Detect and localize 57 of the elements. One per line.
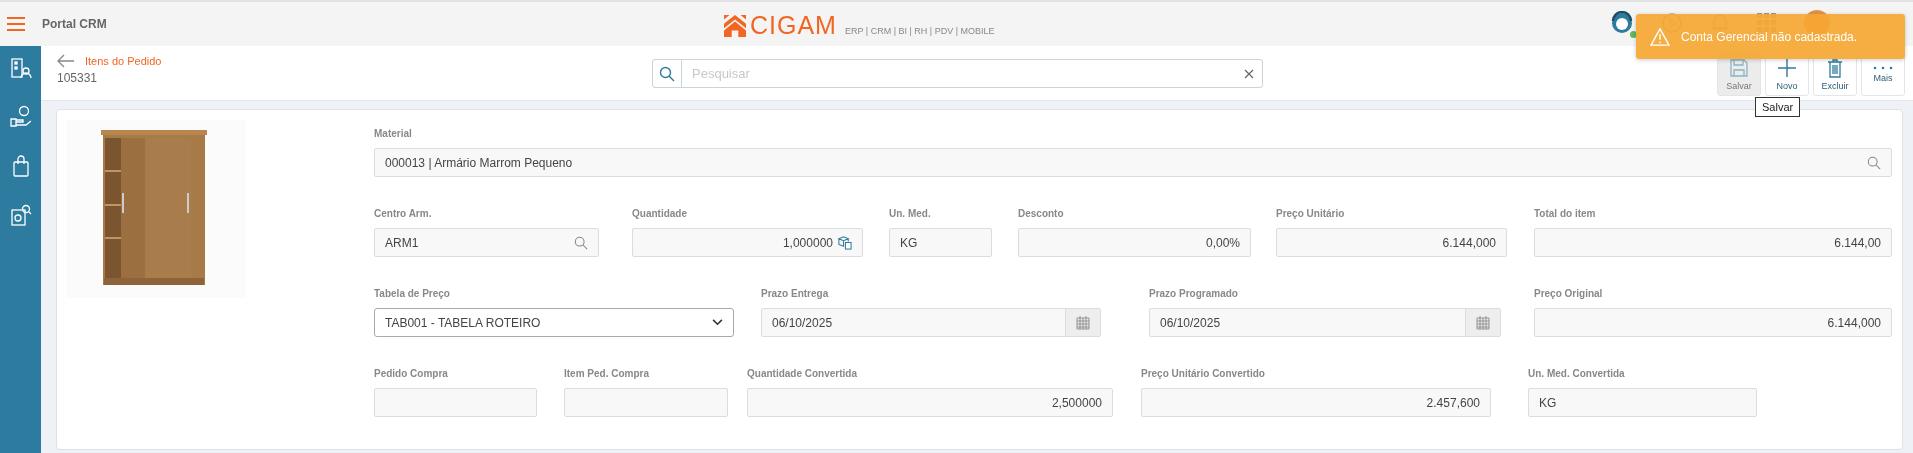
search-icon[interactable] xyxy=(1867,155,1881,170)
tooltip: Salvar xyxy=(1755,97,1801,117)
warning-icon xyxy=(1650,27,1670,46)
field-label: Prazo Entrega xyxy=(761,288,830,299)
number-field[interactable]: 0,00% xyxy=(1018,228,1251,257)
menu-icon[interactable] xyxy=(7,17,25,31)
lookup-field[interactable]: ARM1 xyxy=(374,228,599,257)
report-search-icon[interactable] xyxy=(8,203,33,227)
quantity-field[interactable]: 1,000000 xyxy=(632,228,863,257)
date-field[interactable]: 06/10/2025 xyxy=(1149,308,1501,337)
number-field[interactable]: 2.457,600 xyxy=(1141,388,1491,417)
field-label: Pedido Compra xyxy=(374,368,449,379)
field-label: Un. Med. Convertida xyxy=(1528,368,1626,379)
logo-tagline: ERP | CRM | BI | RH | PDV | MOBILE xyxy=(844,26,995,36)
field-label: Preço Unitário Convertido xyxy=(1141,368,1266,379)
text-field[interactable] xyxy=(374,388,537,417)
plus-icon xyxy=(1777,57,1797,78)
text-field[interactable]: KG xyxy=(1528,388,1757,417)
field-label: Item Ped. Compra xyxy=(564,368,651,379)
order-number: 105331 xyxy=(57,71,99,85)
building-person-icon[interactable] xyxy=(8,56,33,80)
chevron-down-icon xyxy=(712,319,723,326)
search-icon[interactable] xyxy=(574,235,588,250)
logo-icon xyxy=(724,15,746,37)
dropdown-value: TAB001 - TABELA ROTEIRO xyxy=(385,315,541,330)
more-icon xyxy=(1873,65,1893,70)
number-field[interactable]: 6.144,000 xyxy=(1534,308,1892,337)
field-label: Prazo Programado xyxy=(1149,288,1239,299)
back-arrow-icon[interactable] xyxy=(57,54,75,68)
app-title: Portal CRM xyxy=(42,17,107,31)
search-field[interactable]: Pesquisar xyxy=(652,59,1263,88)
field-label: Desconto xyxy=(1018,208,1065,219)
number-field[interactable]: 6.144,000 xyxy=(1276,228,1507,257)
field-label: Total do item xyxy=(1534,208,1597,219)
trash-icon xyxy=(1825,57,1845,78)
search-icon[interactable] xyxy=(659,65,675,82)
price-table-dropdown[interactable]: TAB001 - TABELA ROTEIRO xyxy=(374,308,734,337)
lookup-field[interactable]: 000013 | Armário Marrom Pequeno xyxy=(374,148,1892,177)
number-field[interactable]: 6.144,00 xyxy=(1534,228,1892,257)
field-label: Material xyxy=(374,128,413,139)
toast-message: Conta Gerencial não cadastrada. xyxy=(1681,29,1858,44)
field-label: Un. Med. xyxy=(889,208,932,219)
text-field[interactable]: KG xyxy=(889,228,992,257)
search-input[interactable]: Pesquisar xyxy=(682,65,1244,82)
text-field[interactable] xyxy=(564,388,728,417)
clear-icon[interactable] xyxy=(1244,68,1254,79)
field-label: Preço Unitário xyxy=(1276,208,1346,219)
breadcrumb-title: Itens do Pedido xyxy=(85,55,162,67)
field-label: Tabela de Preço xyxy=(374,288,451,299)
boxes-icon[interactable] xyxy=(837,235,852,250)
field-label: Quantidade Convertida xyxy=(747,368,858,379)
number-field[interactable]: 2,500000 xyxy=(747,388,1113,417)
field-label: Preço Original xyxy=(1534,288,1604,299)
field-label: Centro Arm. xyxy=(374,208,433,219)
logo-wordmark: CIGAM xyxy=(750,13,837,37)
date-field[interactable]: 06/10/2025 xyxy=(761,308,1101,337)
field-label: Quantidade xyxy=(632,208,688,219)
